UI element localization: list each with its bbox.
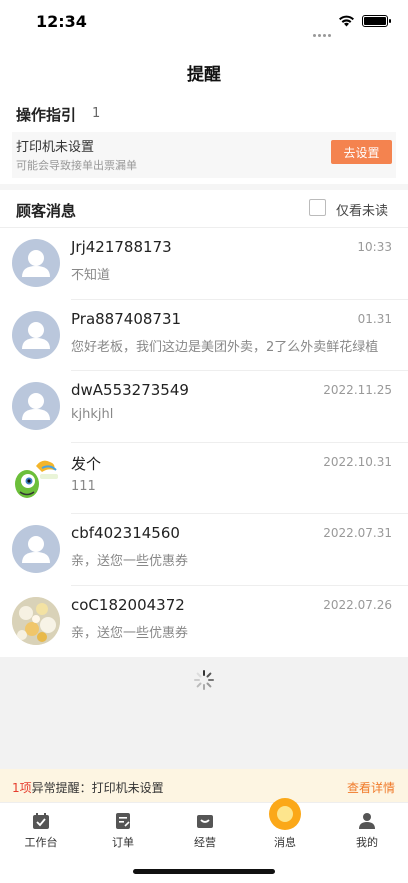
- message-row[interactable]: 发个 2022.10.31 111: [0, 443, 408, 514]
- message-time: 01.31: [357, 311, 392, 326]
- default-avatar-icon: [12, 382, 60, 430]
- customer-messages-title: 顾客消息: [16, 202, 77, 220]
- loading-area: [0, 657, 408, 769]
- tab-label: 订单: [112, 836, 134, 849]
- guide-title: 操作指引: [16, 106, 77, 124]
- tab-messages[interactable]: 消息: [244, 798, 326, 853]
- order-icon: [116, 813, 130, 829]
- tab-workbench[interactable]: 工作台: [0, 803, 82, 853]
- message-icon: [269, 798, 301, 830]
- message-preview: 不知道: [71, 268, 111, 283]
- message-row[interactable]: dwA553273549 2022.11.25 kjhkjhl: [0, 371, 408, 443]
- message-time: 2022.11.25: [323, 383, 392, 397]
- customer-name: Jrj421788173: [71, 238, 172, 256]
- exception-alert-bar: 1项异常提醒：打印机未设置 查看详情: [0, 769, 408, 802]
- operation-guide-section: 操作指引 1 打印机未设置 可能会导致接单出票漏单 去设置: [0, 96, 408, 186]
- page-title: 提醒: [187, 65, 221, 85]
- customer-name: Pra887408731: [71, 309, 182, 328]
- default-avatar-icon: [12, 239, 60, 287]
- customer-name: dwA553273549: [71, 381, 189, 399]
- alert-count: 1项: [12, 781, 32, 795]
- message-preview: kjhkjhl: [71, 407, 114, 422]
- message-row[interactable]: coC182004372 2022.07.26 亲，送您一些优惠券: [0, 586, 408, 658]
- guide-count: 1: [92, 106, 101, 121]
- customer-name: coC182004372: [71, 595, 185, 614]
- tab-label: 我的: [356, 836, 378, 849]
- message-time: 2022.07.31: [323, 526, 392, 540]
- business-icon: [197, 815, 213, 828]
- customer-messages-header: 顾客消息 仅看未读: [0, 190, 408, 228]
- message-preview: 111: [71, 478, 96, 494]
- printer-guide-card: 打印机未设置 可能会导致接单出票漏单 去设置: [12, 132, 396, 178]
- message-row[interactable]: Jrj421788173 10:33 不知道: [0, 228, 408, 300]
- wifi-icon: [339, 15, 354, 27]
- tab-label: 工作台: [24, 836, 58, 849]
- message-row[interactable]: Pra887408731 01.31 您好老板，我们这边是美团外卖，2了么外卖鲜…: [0, 300, 408, 371]
- view-details-link[interactable]: 查看详情: [347, 779, 395, 796]
- profile-icon: [359, 813, 375, 829]
- home-indicator: [133, 869, 275, 874]
- tab-orders[interactable]: 订单: [82, 803, 164, 853]
- go-setup-button[interactable]: 去设置: [331, 140, 392, 164]
- status-bar: 12:34: [0, 0, 408, 44]
- tab-label: 消息: [274, 836, 296, 849]
- unread-only-label[interactable]: 仅看未读: [336, 200, 388, 219]
- message-list: Jrj421788173 10:33 不知道 Pra887408731 01.3…: [0, 228, 408, 657]
- loading-spinner-icon: [194, 670, 214, 690]
- unread-only-checkbox[interactable]: [309, 199, 326, 216]
- message-preview: 亲，送您一些优惠券: [71, 625, 189, 641]
- default-avatar-icon: [12, 310, 60, 359]
- tab-label: 经营: [194, 836, 216, 849]
- guide-item-subtitle: 可能会导致接单出票漏单: [16, 159, 137, 172]
- customer-name: cbf402314560: [71, 524, 180, 542]
- alert-text: 1项异常提醒：打印机未设置: [12, 779, 164, 796]
- tab-business[interactable]: 经营: [164, 803, 246, 853]
- battery-icon: [362, 15, 391, 27]
- message-time: 2022.10.31: [323, 454, 392, 469]
- message-preview: 您好老板，我们这边是美团外卖，2了么外卖鲜花绿植: [71, 339, 379, 355]
- cartoon-monster-avatar: [12, 453, 60, 502]
- message-time: 10:33: [357, 240, 392, 254]
- signal-icon: [313, 22, 333, 37]
- tab-profile[interactable]: 我的: [326, 803, 408, 853]
- workbench-icon: [33, 813, 49, 829]
- default-avatar-icon: [12, 525, 60, 573]
- guide-item-title: 打印机未设置: [16, 140, 95, 155]
- message-row[interactable]: cbf402314560 2022.07.31 亲，送您一些优惠券: [0, 514, 408, 586]
- message-preview: 亲，送您一些优惠券: [71, 554, 189, 569]
- message-time: 2022.07.26: [323, 597, 392, 612]
- customer-name: 发个: [71, 454, 102, 473]
- status-time: 12:34: [36, 12, 87, 31]
- alert-message: 异常提醒：打印机未设置: [31, 781, 164, 795]
- food-photo-avatar: [12, 596, 60, 645]
